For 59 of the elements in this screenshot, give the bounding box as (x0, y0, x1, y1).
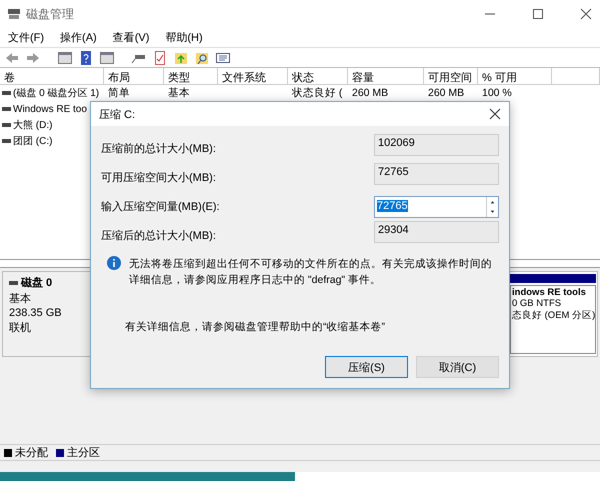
disk-type: 基本 (9, 292, 32, 306)
menu-item[interactable]: 操作(A) (60, 30, 97, 45)
column-header[interactable]: 可用空间 (424, 68, 478, 84)
partition-size: 0 GB NTFS (512, 298, 562, 309)
table-cell: 260 MB (352, 87, 388, 99)
disk-management-icon (6, 6, 22, 22)
volume-name[interactable]: 团团 (C:) (13, 134, 52, 148)
info-icon (107, 256, 121, 270)
volume-icon (2, 139, 11, 143)
field-label: 压缩前的总计大小(MB): (101, 142, 217, 156)
maximize-icon[interactable] (530, 6, 546, 22)
help-text: 有关详细信息，请参阅磁盘管理帮助中的“收缩基本卷” (124, 320, 386, 334)
column-header[interactable]: 状态 (288, 68, 348, 84)
column-header[interactable]: 容量 (348, 68, 424, 84)
window-icon[interactable] (57, 50, 73, 66)
volume-icon (2, 91, 11, 95)
column-header[interactable]: 文件系统 (218, 68, 288, 84)
volume-name[interactable]: 大熊 (D:) (13, 118, 52, 132)
disk-status: 联机 (9, 321, 32, 335)
partition-card[interactable]: indows RE tools 0 GB NTFS 态良好 (OEM 分区) (510, 285, 596, 354)
legend-label: 主分区 (67, 446, 100, 460)
menu-item[interactable]: 查看(V) (112, 30, 150, 45)
window-icon[interactable] (99, 50, 115, 66)
table-cell: 基本 (168, 87, 190, 99)
partition-status: 态良好 (OEM 分区) (512, 309, 594, 322)
table-cell: 100 % (482, 87, 512, 99)
volume-icon (2, 123, 11, 127)
disk-size: 238.35 GB (9, 307, 63, 319)
window-title: 磁盘管理 (26, 6, 75, 22)
help-icon[interactable] (78, 50, 94, 66)
table-cell: 简单 (108, 87, 130, 99)
menu-item[interactable]: 文件(F) (8, 30, 44, 45)
legend-label: 未分配 (15, 446, 48, 460)
field-label: 压缩后的总计大小(MB): (101, 228, 217, 243)
info-message: 无法将卷压缩到超出任何不可移动的文件所在的点。有关完成该操作时间的详细信息，请参阅应用程序日志中的 "defrag" 事件。 (129, 257, 493, 288)
dialog-title: 压缩 C: (99, 108, 136, 122)
volume-name[interactable]: Windows RE too (13, 104, 87, 114)
volume-name[interactable]: (磁盘 0 磁盘分区 1) (13, 86, 100, 100)
column-header[interactable]: 布局 (104, 68, 164, 84)
field-label: 可用压缩空间大小(MB): (101, 170, 217, 185)
column-header[interactable]: 卷 (0, 68, 104, 84)
close-icon[interactable] (578, 6, 594, 22)
menu-item[interactable]: 帮助(H) (165, 30, 203, 45)
table-cell: 260 MB (428, 87, 464, 99)
readonly-field: 102069 (374, 134, 499, 156)
dialog-button[interactable]: 压缩(S) (325, 356, 408, 378)
volume-icon (2, 107, 11, 111)
field-label: 输入压缩空间量(MB)(E): (101, 200, 221, 214)
column-header[interactable]: % 可用 (478, 68, 552, 84)
checklist-icon[interactable] (152, 50, 168, 66)
close-icon[interactable] (489, 108, 501, 120)
disk-name: 磁盘 0 (21, 276, 52, 290)
column-header[interactable]: 类型 (164, 68, 218, 84)
partition-name: indows RE tools (512, 287, 587, 298)
table-cell: 状态良好 ( (292, 87, 342, 99)
readonly-field: 72765 (374, 163, 499, 185)
readonly-field: 29304 (374, 221, 499, 243)
spin-field[interactable]: 72765 (374, 196, 499, 218)
dialog-button[interactable]: 取消(C) (416, 356, 499, 378)
